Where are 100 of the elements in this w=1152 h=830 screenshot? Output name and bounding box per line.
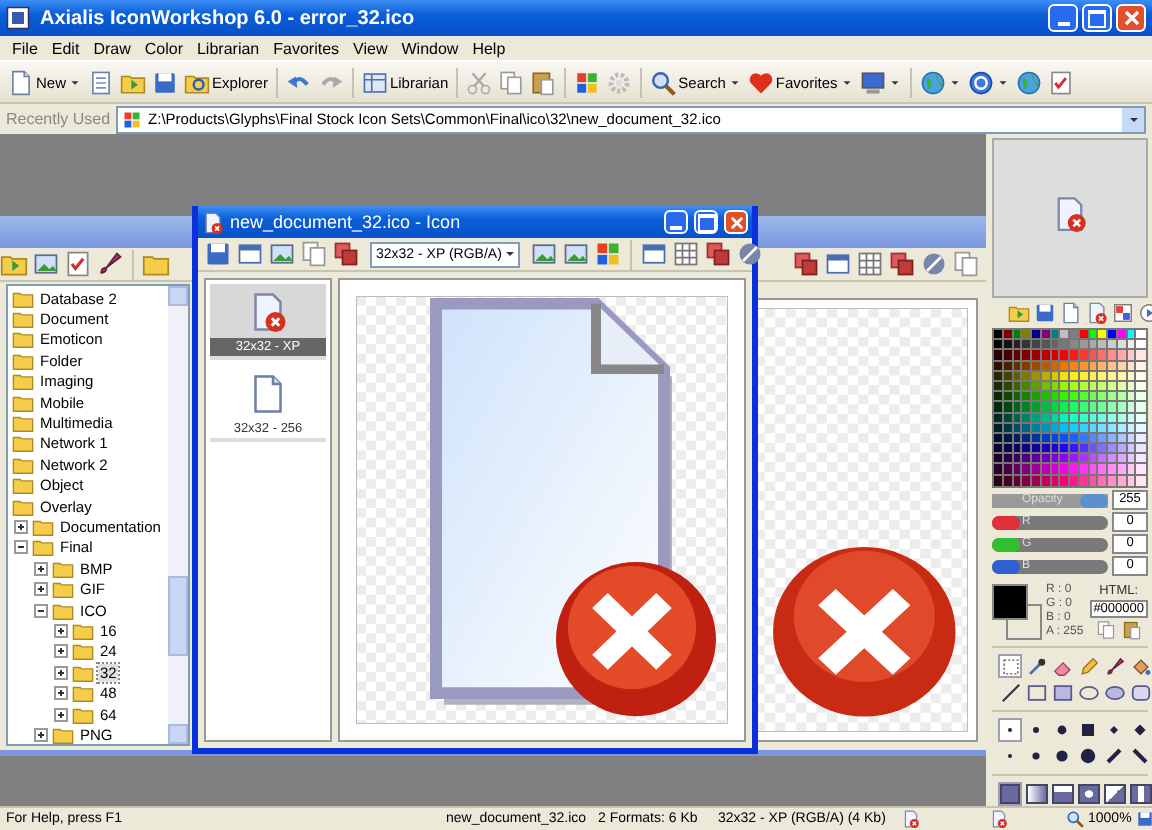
selection-icon[interactable] — [998, 654, 1022, 678]
paint-bucket-icon[interactable] — [1128, 654, 1152, 678]
filled-ellipse-icon[interactable] — [1102, 680, 1126, 704]
image-icon[interactable] — [32, 250, 60, 278]
recently-used-label: Recently Used — [6, 110, 111, 128]
scrollbar[interactable] — [168, 286, 188, 744]
menu-item[interactable]: Edit — [51, 40, 80, 58]
close-button[interactable] — [1116, 4, 1146, 32]
rounded-rectangle-icon[interactable] — [1128, 680, 1152, 704]
filled-rectangle-icon[interactable] — [1050, 680, 1074, 704]
four-squares-icon[interactable] — [593, 240, 622, 268]
grid-icon[interactable] — [856, 250, 884, 278]
palette-icon[interactable] — [1112, 302, 1134, 324]
layers-icon[interactable] — [332, 240, 360, 268]
rectangle-icon[interactable] — [1024, 680, 1048, 704]
layers-icon[interactable] — [703, 240, 732, 268]
fill-mode-icon[interactable] — [1102, 782, 1126, 806]
maximize-button[interactable] — [694, 210, 718, 234]
fill-mode-icon[interactable] — [1128, 782, 1152, 806]
copy-icon — [498, 69, 525, 95]
open-folder-icon[interactable] — [1008, 302, 1030, 324]
menu-item[interactable]: File — [12, 40, 38, 58]
color-palette[interactable] — [992, 328, 1148, 488]
ellipse-icon[interactable] — [1076, 680, 1100, 704]
disc-icon[interactable] — [920, 250, 948, 278]
panel-icon — [361, 69, 388, 95]
eyedropper-icon[interactable] — [1024, 654, 1048, 678]
window-icon[interactable] — [824, 250, 852, 278]
expander-icon[interactable] — [54, 686, 68, 701]
slider-thumb[interactable] — [1080, 493, 1108, 508]
brush-size-icon[interactable] — [1076, 744, 1100, 768]
disc-icon[interactable] — [735, 240, 764, 268]
slider-thumb[interactable] — [992, 537, 1020, 552]
monitor-icon — [859, 69, 886, 95]
expander-icon[interactable] — [54, 665, 68, 680]
expander-icon[interactable] — [34, 727, 48, 742]
expander-icon[interactable] — [14, 519, 28, 534]
slider-thumb[interactable] — [992, 559, 1020, 574]
menu-item[interactable]: Librarian — [196, 40, 260, 58]
expander-icon[interactable] — [54, 623, 68, 638]
folder-icon — [12, 432, 34, 455]
image-icon[interactable] — [529, 240, 558, 268]
fill-mode-icon[interactable] — [1024, 782, 1048, 806]
expander-icon[interactable] — [14, 540, 28, 555]
heart-icon — [747, 69, 774, 95]
slider-thumb[interactable] — [992, 515, 1020, 530]
window-icon[interactable] — [639, 240, 668, 268]
expander-icon[interactable] — [34, 603, 48, 618]
expander-icon[interactable] — [34, 561, 48, 576]
brush-size-icon[interactable] — [1076, 718, 1100, 742]
caret-icon — [995, 75, 1010, 89]
expander-icon[interactable] — [54, 707, 68, 721]
caret-icon — [839, 75, 854, 89]
checklist-icon — [1047, 69, 1074, 95]
expander-icon[interactable] — [54, 644, 68, 659]
new-document-icon — [8, 69, 34, 95]
document-icon[interactable] — [1060, 302, 1082, 324]
folder-icon — [12, 391, 34, 414]
save-icon[interactable] — [204, 240, 232, 268]
brush-icon[interactable] — [96, 250, 124, 278]
minimize-button[interactable] — [1048, 4, 1078, 32]
menu-item[interactable]: View — [353, 40, 388, 58]
menu-item[interactable]: Draw — [93, 40, 131, 58]
paste-icon[interactable] — [1121, 619, 1142, 640]
save-icon[interactable] — [1034, 302, 1056, 324]
expander-icon[interactable] — [34, 582, 48, 597]
image-icon[interactable] — [268, 240, 296, 268]
brush-size-icon[interactable] — [1102, 744, 1126, 768]
folder-icon — [12, 308, 34, 331]
minimize-button[interactable] — [664, 210, 688, 234]
fill-mode-icon[interactable] — [1050, 782, 1074, 806]
layers-icon[interactable] — [888, 250, 916, 278]
menu-item[interactable]: Help — [472, 40, 506, 58]
copy-icon[interactable] — [952, 250, 980, 278]
document-error-icon[interactable] — [1086, 302, 1108, 324]
fill-mode-icon[interactable] — [1076, 782, 1100, 806]
search-icon — [650, 69, 677, 95]
close-button[interactable] — [724, 210, 748, 234]
folder-icon — [12, 474, 34, 497]
menu-item[interactable]: Color — [144, 40, 183, 58]
menu-item[interactable]: Window — [401, 40, 459, 58]
copy-icon[interactable] — [1095, 619, 1116, 640]
open-folder-icon[interactable] — [0, 250, 28, 278]
document-error-icon — [1052, 196, 1088, 232]
caret-icon — [727, 75, 742, 89]
grid-icon[interactable] — [671, 240, 700, 268]
folder-icon — [72, 640, 94, 663]
folder-icon — [52, 599, 74, 622]
document-error-icon — [248, 292, 288, 332]
restore-button[interactable] — [1082, 4, 1112, 32]
checklist-icon[interactable] — [64, 250, 92, 278]
menu-item[interactable]: Favorites — [273, 40, 340, 58]
image-icon[interactable] — [561, 240, 590, 268]
line-icon[interactable] — [998, 680, 1022, 704]
brush-size-icon[interactable] — [1128, 744, 1152, 768]
layers-icon[interactable] — [792, 250, 820, 278]
folder-icon — [12, 287, 34, 310]
window-icon[interactable] — [236, 240, 264, 268]
brush-icon[interactable] — [1102, 654, 1126, 678]
color-swatches[interactable] — [992, 583, 1040, 640]
